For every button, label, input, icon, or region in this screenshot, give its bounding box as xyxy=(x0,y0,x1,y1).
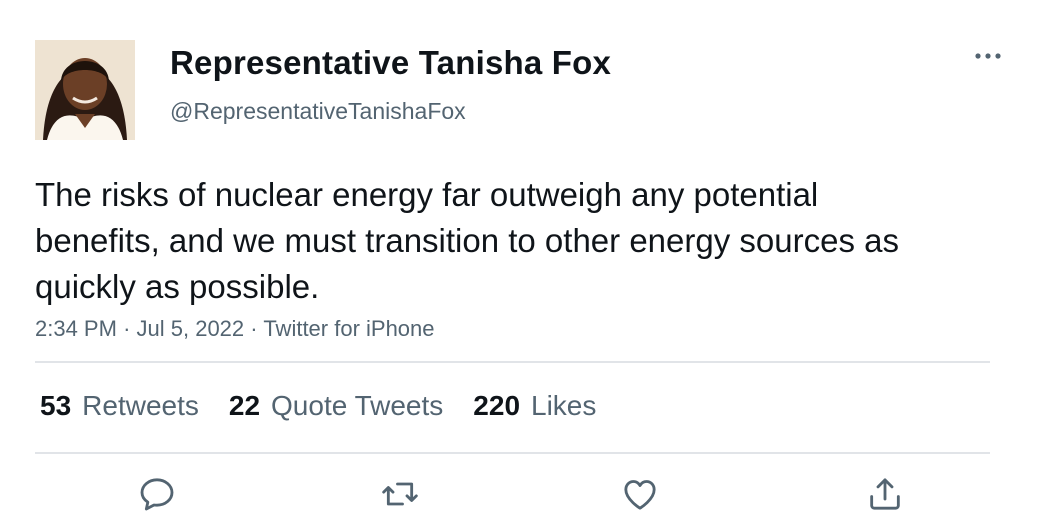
likes-stat[interactable]: 220 Likes xyxy=(473,390,596,422)
user-handle[interactable]: @RepresentativeTanishaFox xyxy=(170,98,466,125)
tweet-metadata: 2:34 PM · Jul 5, 2022 · Twitter for iPho… xyxy=(35,316,435,342)
retweets-count: 53 xyxy=(40,390,72,421)
likes-label: Likes xyxy=(531,390,597,421)
meta-separator: · xyxy=(250,316,258,341)
tweet-stats: 53 Retweets 22 Quote Tweets 220 Likes xyxy=(40,386,626,426)
retweet-button[interactable] xyxy=(376,470,424,518)
retweets-label: Retweets xyxy=(82,390,199,421)
more-horizontal-icon xyxy=(975,53,1001,59)
tweet-time[interactable]: 2:34 PM xyxy=(35,316,117,341)
reply-button[interactable] xyxy=(133,470,181,518)
share-icon xyxy=(870,478,900,510)
meta-separator: · xyxy=(123,316,131,341)
tweet-text: The risks of nuclear energy far outweigh… xyxy=(35,176,899,305)
avatar[interactable] xyxy=(35,40,135,140)
more-options-button[interactable] xyxy=(968,38,1008,74)
quote-tweets-count: 22 xyxy=(228,390,261,421)
avatar-image xyxy=(35,40,135,140)
tweet-source[interactable]: Twitter for iPhone xyxy=(263,316,434,341)
heart-icon xyxy=(624,480,656,510)
divider xyxy=(35,452,990,454)
tweet-actions xyxy=(35,470,990,520)
share-button[interactable] xyxy=(861,470,909,518)
tweet-date[interactable]: Jul 5, 2022 xyxy=(137,316,245,341)
like-button[interactable] xyxy=(616,470,664,518)
quote-tweets-label: Quote Tweets xyxy=(271,390,444,421)
retweets-stat[interactable]: 53 Retweets xyxy=(40,390,199,422)
likes-count: 220 xyxy=(473,390,521,421)
reply-icon xyxy=(140,478,174,511)
quote-tweets-stat[interactable]: 22 Quote Tweets xyxy=(229,390,443,422)
retweet-icon xyxy=(382,482,418,506)
divider xyxy=(35,361,990,363)
display-name[interactable]: Representative Tanisha Fox xyxy=(170,44,611,82)
